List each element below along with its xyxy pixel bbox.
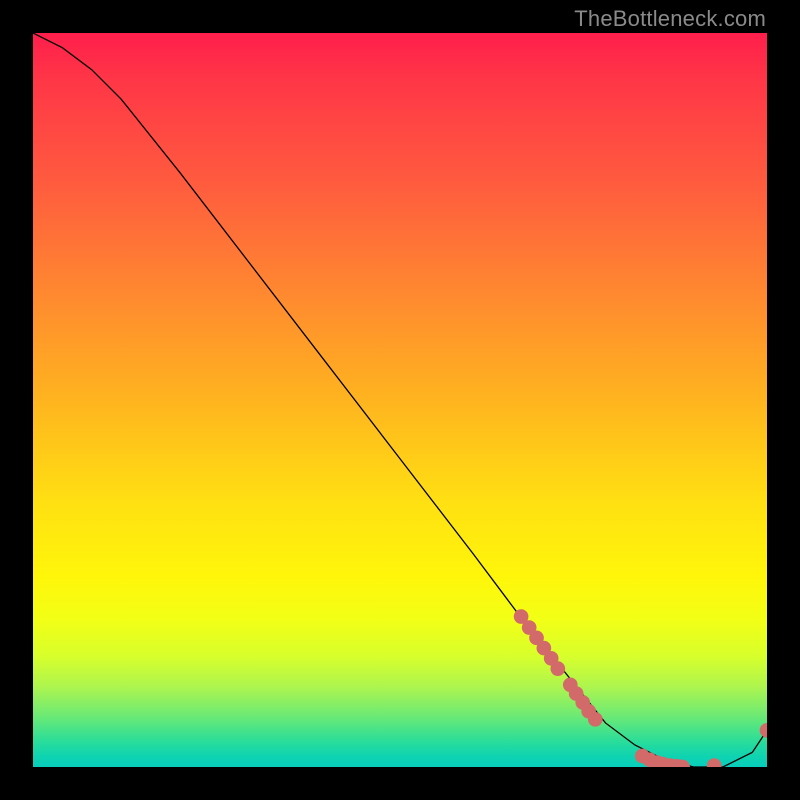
watermark-text: TheBottleneck.com [574, 6, 766, 32]
curve-marker [760, 723, 767, 738]
curve-marker [707, 758, 722, 767]
curve-markers [514, 609, 767, 767]
curve-marker [550, 661, 565, 676]
plot-area [33, 33, 767, 767]
chart-stage: TheBottleneck.com [0, 0, 800, 800]
curve-marker [588, 712, 603, 727]
curve-path [33, 33, 767, 767]
curve-svg [33, 33, 767, 767]
